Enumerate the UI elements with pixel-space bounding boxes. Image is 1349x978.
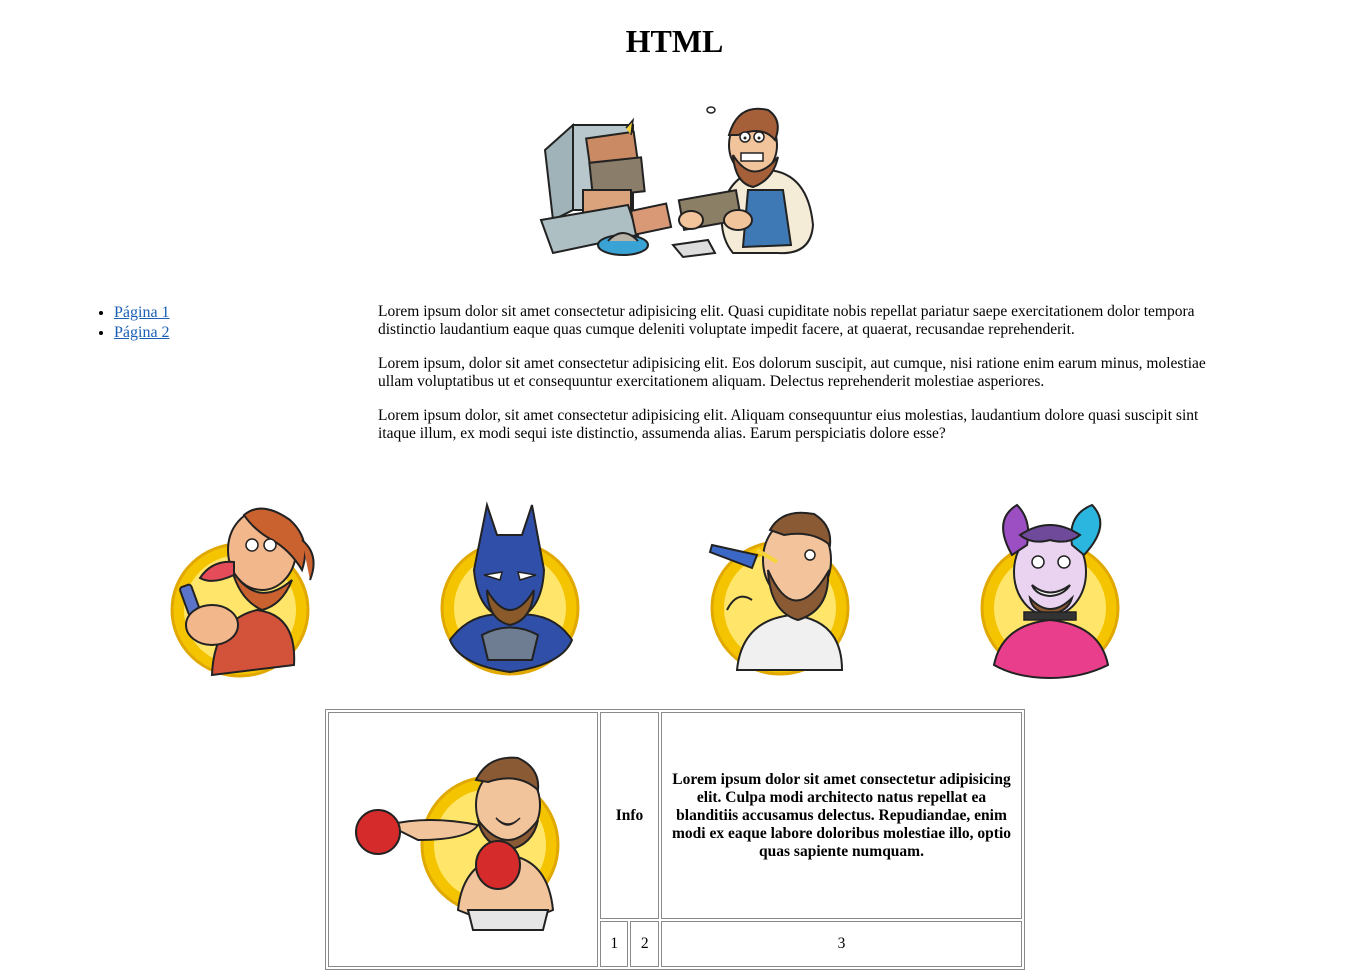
table-cell: 1 bbox=[600, 921, 629, 967]
nav-list: Página 1 Página 2 bbox=[74, 303, 170, 343]
avatar-batman bbox=[440, 501, 580, 676]
avatar-eye-gun-guy bbox=[708, 511, 850, 676]
nav-link-pagina-1[interactable]: Página 1 bbox=[114, 304, 170, 321]
nav-item: Página 2 bbox=[114, 323, 170, 343]
paragraph: Lorem ipsum, dolor sit amet consectetur … bbox=[378, 355, 1206, 390]
table-cell: 2 bbox=[630, 921, 659, 967]
table-cell: 3 bbox=[661, 921, 1022, 967]
nav-link-pagina-2[interactable]: Página 2 bbox=[114, 324, 170, 341]
info-header: Info bbox=[600, 712, 659, 919]
nav-item: Página 1 bbox=[114, 303, 170, 323]
main-content: Lorem ipsum dolor sit amet consectetur a… bbox=[378, 303, 1238, 459]
hero-illustration bbox=[539, 106, 815, 259]
brick-computer bbox=[539, 117, 717, 259]
paragraph: Lorem ipsum dolor sit amet consectetur a… bbox=[378, 303, 1195, 338]
info-table: Info Lorem ipsum dolor sit amet consecte… bbox=[325, 709, 1025, 970]
boxer-image-cell bbox=[328, 712, 598, 967]
avatar-boxer bbox=[355, 756, 560, 931]
paragraph: Lorem ipsum dolor, sit amet consectetur … bbox=[378, 407, 1199, 442]
page-title: HTML bbox=[625, 23, 724, 59]
lorem-header: Lorem ipsum dolor sit amet consectetur a… bbox=[661, 712, 1022, 919]
bearded-man bbox=[677, 106, 815, 255]
avatar-phone-guy bbox=[170, 507, 315, 678]
avatar-harley-style bbox=[980, 503, 1120, 680]
